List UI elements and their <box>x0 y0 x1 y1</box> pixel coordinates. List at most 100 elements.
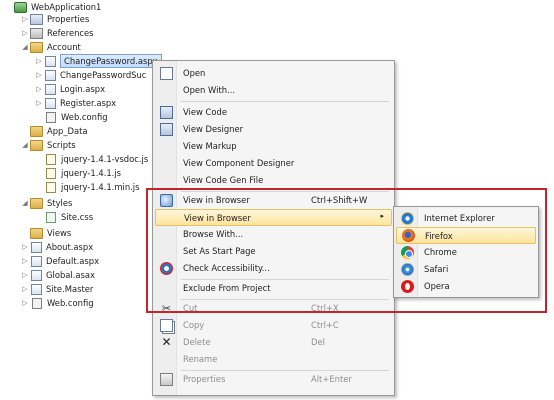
menu-item-label: Set As Start Page <box>183 246 256 256</box>
firefox-icon <box>402 229 415 242</box>
tree-node-references[interactable]: ▷ References <box>20 26 94 40</box>
folder-icon <box>30 227 43 239</box>
tree-node-global[interactable]: ▷ Global.asax <box>20 268 95 282</box>
web-project-icon <box>14 1 27 13</box>
tree-node-root-webconfig[interactable]: ▷ Web.config <box>20 296 94 310</box>
master-file-icon <box>31 283 42 295</box>
expand-arrow-icon[interactable]: ▷ <box>20 254 30 268</box>
menu-item-delete[interactable]: ✕ Delete Del <box>155 334 392 351</box>
tree-node-label: Register.aspx <box>60 98 117 108</box>
collapse-arrow-icon[interactable]: ◢ <box>20 40 30 54</box>
submenu-item-chrome[interactable]: Chrome <box>396 244 536 261</box>
menu-item-copy[interactable]: Copy Ctrl+C <box>155 317 392 334</box>
folder-icon <box>30 125 43 137</box>
menu-item-view-markup[interactable]: View Markup <box>155 138 392 155</box>
submenu-item-opera[interactable]: Opera <box>396 278 536 295</box>
menu-item-label: Cut <box>183 303 198 313</box>
tree-node-changepasswordsuccess[interactable]: ▷ ChangePasswordSuc <box>34 68 146 82</box>
menu-item-view-in-browser-submenu[interactable]: View in Browser ▸ <box>155 209 392 226</box>
tree-node-label: Site.Master <box>46 284 94 294</box>
expand-arrow-icon[interactable]: ▷ <box>20 296 30 310</box>
aspx-file-icon <box>31 255 42 267</box>
tree-node-label: Account <box>47 42 81 52</box>
accessibility-icon <box>160 262 173 275</box>
menu-item-properties[interactable]: Properties Alt+Enter <box>155 371 392 388</box>
collapse-arrow-icon[interactable]: ◢ <box>20 196 30 210</box>
menu-item-cut[interactable]: ✂ Cut Ctrl+X <box>155 300 392 317</box>
expand-arrow-icon[interactable]: ▷ <box>34 82 44 96</box>
submenu-item-firefox[interactable]: Firefox <box>396 227 536 244</box>
expand-arrow-icon[interactable]: ▷ <box>20 26 30 40</box>
tree-node-changepassword[interactable]: ▷ ChangePassword.aspx <box>34 54 162 68</box>
tree-node-default[interactable]: ▷ Default.aspx <box>20 254 99 268</box>
expand-arrow-icon[interactable]: ▷ <box>34 68 44 82</box>
menu-item-view-in-browser[interactable]: View in Browser Ctrl+Shift+W <box>155 192 392 209</box>
submenu-item-safari[interactable]: Safari <box>396 261 536 278</box>
expand-arrow-icon[interactable]: ▷ <box>20 282 30 296</box>
menu-item-shortcut: Ctrl+Shift+W <box>311 195 368 205</box>
properties-icon <box>30 13 43 25</box>
menu-item-check-accessibility[interactable]: Check Accessibility... <box>155 260 392 277</box>
menu-item-label: Firefox <box>425 231 453 241</box>
tree-node-register[interactable]: ▷ Register.aspx <box>34 96 116 110</box>
submenu-item-internet-explorer[interactable]: Internet Explorer <box>396 210 536 227</box>
cut-icon: ✂ <box>161 302 172 315</box>
expand-arrow-icon[interactable]: ▷ <box>34 54 44 68</box>
menu-item-label: Delete <box>183 337 211 347</box>
tree-node-sitemaster[interactable]: ▷ Site.Master <box>20 282 93 296</box>
tree-node-about[interactable]: ▷ About.aspx <box>20 240 93 254</box>
config-file-icon <box>46 111 56 123</box>
menu-item-label: View Markup <box>183 141 237 151</box>
tree-node-appdata[interactable]: App_Data <box>20 124 88 138</box>
tree-node-jquery-vsdoc[interactable]: jquery-1.4.1-vsdoc.js <box>34 152 148 166</box>
menu-item-open[interactable]: Open <box>155 65 392 82</box>
menu-item-view-component-designer[interactable]: View Component Designer <box>155 155 392 172</box>
menu-item-rename[interactable]: Rename <box>155 351 392 368</box>
tree-node-label: jquery-1.4.1.js <box>61 168 122 178</box>
aspx-file-icon <box>45 69 56 81</box>
tree-node-views[interactable]: Views <box>20 226 71 240</box>
menu-item-view-code-gen-file[interactable]: View Code Gen File <box>155 172 392 189</box>
collapse-arrow-icon[interactable]: ◢ <box>20 138 30 152</box>
code-icon <box>160 106 173 119</box>
expand-arrow-icon[interactable]: ▷ <box>20 240 30 254</box>
expand-arrow-icon[interactable]: ▷ <box>34 96 44 110</box>
tree-node-scripts[interactable]: ◢ Scripts <box>20 138 76 152</box>
expand-arrow-icon[interactable]: ▷ <box>20 12 30 26</box>
tree-node-account-webconfig[interactable]: Web.config <box>34 110 108 124</box>
tree-node-jquery-min[interactable]: jquery-1.4.1.min.js <box>34 180 140 194</box>
menu-item-shortcut: Alt+Enter <box>311 374 352 384</box>
menu-separator <box>181 101 389 102</box>
menu-item-label: Browse With... <box>183 229 244 239</box>
designer-icon <box>160 123 173 136</box>
menu-item-shortcut: Del <box>311 337 325 347</box>
opera-icon <box>401 280 414 293</box>
aspx-file-icon <box>45 83 56 95</box>
css-file-icon <box>46 211 56 223</box>
tree-node-account[interactable]: ◢ Account <box>20 40 81 54</box>
tree-node-jquery[interactable]: jquery-1.4.1.js <box>34 166 121 180</box>
menu-item-exclude-from-project[interactable]: Exclude From Project <box>155 280 392 297</box>
tree-node-styles[interactable]: ◢ Styles <box>20 196 72 210</box>
menu-item-label: View Designer <box>183 124 244 134</box>
tree-node-label: Styles <box>47 198 73 208</box>
menu-item-set-as-start-page[interactable]: Set As Start Page <box>155 243 392 260</box>
menu-item-open-with[interactable]: Open With... <box>155 82 392 99</box>
tree-node-label: Web.config <box>47 298 94 308</box>
menu-item-shortcut: Ctrl+C <box>311 320 339 330</box>
tree-node-label: ChangePasswordSuc <box>60 70 147 80</box>
expand-arrow-icon[interactable]: ▷ <box>20 268 30 282</box>
menu-item-view-code[interactable]: View Code <box>155 104 392 121</box>
tree-node-label: jquery-1.4.1-vsdoc.js <box>61 154 149 164</box>
folder-icon <box>30 197 43 209</box>
menu-item-view-designer[interactable]: View Designer <box>155 121 392 138</box>
js-file-icon <box>46 181 56 193</box>
tree-node-login[interactable]: ▷ Login.aspx <box>34 82 105 96</box>
tree-node-label-selected: ChangePassword.aspx <box>60 54 162 68</box>
tree-node-sitecss[interactable]: Site.css <box>34 210 93 224</box>
tree-node-properties[interactable]: ▷ Properties <box>20 12 89 26</box>
folder-icon <box>30 41 43 53</box>
aspx-file-icon <box>31 241 42 253</box>
menu-item-browse-with[interactable]: Browse With... <box>155 226 392 243</box>
menu-item-label: Open <box>183 68 206 78</box>
